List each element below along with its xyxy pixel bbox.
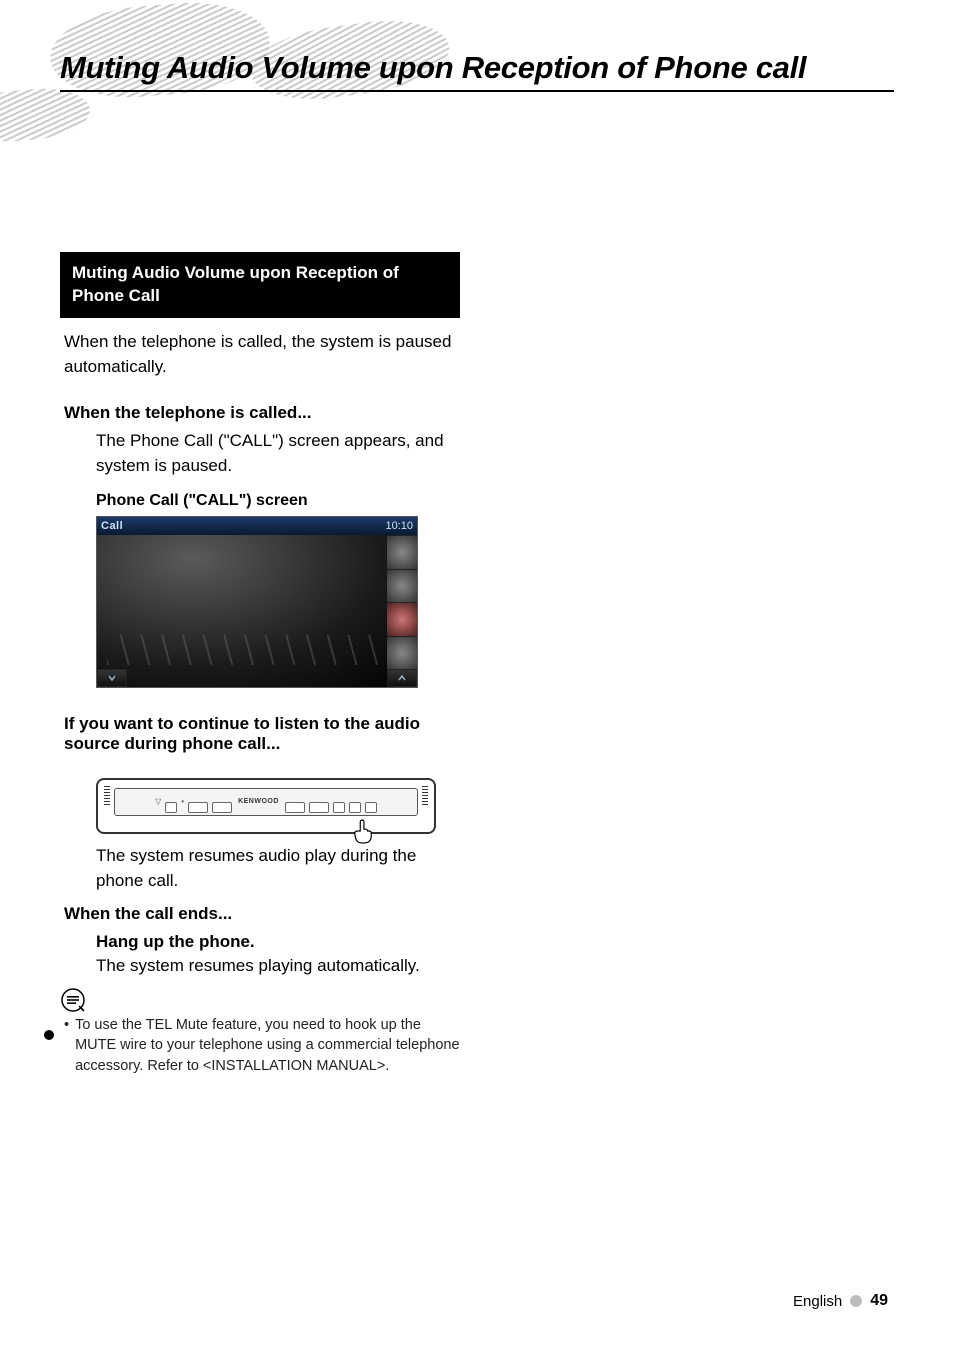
step-heading: When the telephone is called... (64, 403, 456, 423)
margin-dot-icon (44, 1030, 54, 1040)
faceplate-illustration: ▽ • KENWOOD (96, 778, 436, 834)
footer-page-number: 49 (870, 1292, 888, 1310)
note-text-row: • To use the TEL Mute feature, you need … (64, 1015, 460, 1076)
call-screen-bottombar (97, 669, 417, 687)
call-label: Call (101, 520, 123, 532)
intro-text: When the telephone is called, the system… (64, 330, 456, 379)
sidebar-icon (387, 569, 417, 603)
down-icon (97, 669, 127, 687)
manual-page: Muting Audio Volume upon Reception of Ph… (0, 0, 954, 1354)
vent-icon (104, 786, 110, 806)
sidebar-icon (387, 602, 417, 636)
panel-button (212, 802, 232, 813)
page-title: Muting Audio Volume upon Reception of Ph… (60, 50, 894, 92)
sidebar-icon (387, 636, 417, 670)
panel-button (285, 802, 305, 813)
dot-icon: • (181, 797, 184, 806)
sidebar-icon (387, 535, 417, 569)
pointer-hand-icon (352, 818, 374, 844)
decorative-hatch (0, 84, 92, 145)
call-clock: 10:10 (385, 520, 413, 532)
content-column: Muting Audio Volume upon Reception of Ph… (60, 252, 460, 1076)
call-screen-hash (107, 635, 379, 665)
call-screen-topbar: Call 10:10 (97, 517, 417, 535)
brand-label: KENWOOD (238, 798, 279, 805)
panel-button (365, 802, 377, 813)
panel-button (188, 802, 208, 813)
page-footer: English 49 (793, 1292, 888, 1310)
step-body: The system resumes playing automatically… (96, 954, 456, 979)
panel-button (333, 802, 345, 813)
screen-caption: Phone Call ("CALL") screen (96, 492, 460, 510)
step-heading: If you want to continue to listen to the… (64, 714, 456, 754)
step-heading: When the call ends... (64, 904, 456, 924)
section-header: Muting Audio Volume upon Reception of Ph… (60, 252, 460, 318)
panel-button (165, 802, 177, 813)
note-icon (60, 987, 86, 1013)
bullet-icon: • (64, 1015, 69, 1076)
panel-button (309, 802, 329, 813)
triangle-icon: ▽ (155, 797, 161, 806)
footer-language: English (793, 1293, 842, 1310)
footer-dot-icon (850, 1295, 862, 1307)
call-screen-illustration: Call 10:10 (96, 516, 418, 688)
vent-icon (422, 786, 428, 806)
panel-button (349, 802, 361, 813)
step-body: The system resumes audio play during the… (96, 844, 456, 893)
step-sub-bold: Hang up the phone. (96, 930, 456, 955)
faceplate-buttons: ▽ • KENWOOD (114, 788, 418, 816)
note-text: To use the TEL Mute feature, you need to… (75, 1015, 460, 1076)
step-body: The Phone Call ("CALL") screen appears, … (96, 429, 456, 478)
call-screen-sidebar (387, 535, 417, 669)
up-icon (387, 669, 417, 687)
